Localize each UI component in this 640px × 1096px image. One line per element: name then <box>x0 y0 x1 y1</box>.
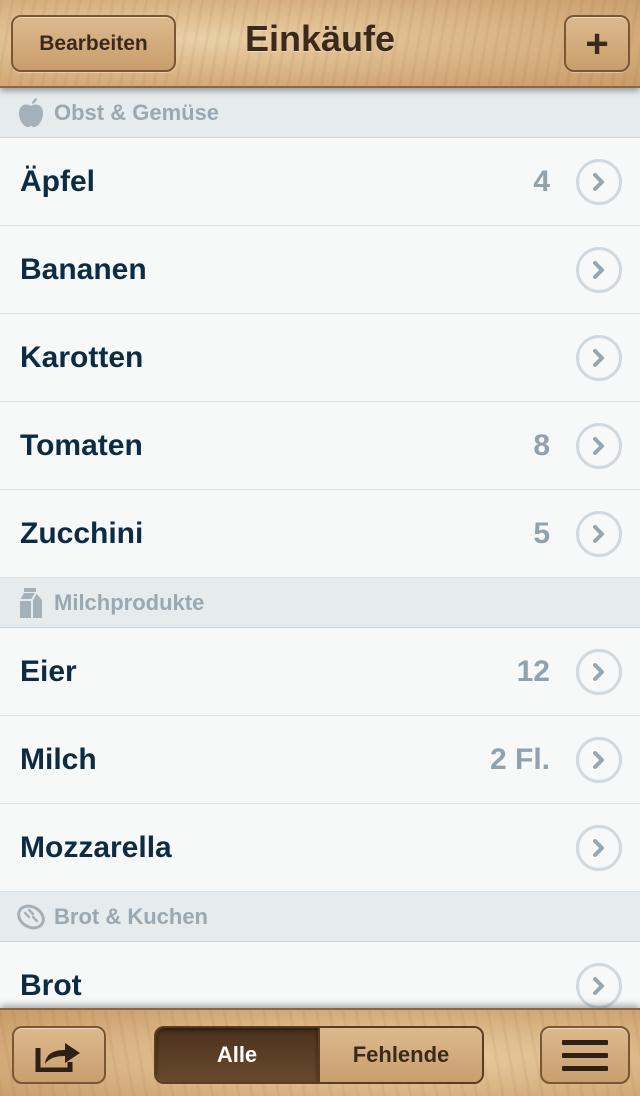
chevron-right-icon <box>593 662 604 681</box>
detail-disclosure-button[interactable] <box>576 422 622 469</box>
list-item[interactable]: Äpfel 4 <box>0 138 640 226</box>
chevron-right-icon <box>593 976 604 995</box>
item-quantity: 4 <box>533 164 550 198</box>
item-quantity: 2 Fl. <box>489 742 550 776</box>
chevron-right-icon <box>593 348 604 367</box>
menu-icon <box>562 1039 608 1071</box>
detail-disclosure-button[interactable] <box>576 510 622 557</box>
detail-disclosure-button[interactable] <box>576 824 622 871</box>
detail-disclosure-button[interactable] <box>576 158 622 205</box>
list-item[interactable]: Bananen <box>0 226 640 314</box>
item-name: Bananen <box>20 252 147 286</box>
share-button[interactable] <box>12 1026 106 1084</box>
list-item[interactable]: Brot <box>0 942 640 1008</box>
section-header-brot-kuchen: Brot & Kuchen <box>0 892 640 942</box>
list-item[interactable]: Mozzarella <box>0 804 640 892</box>
item-name: Eier <box>20 654 77 688</box>
item-name: Zucchini <box>20 516 144 550</box>
section-header-obst-gemuese: Obst & Gemüse <box>0 88 640 138</box>
bottom-toolbar: Alle Fehlende <box>0 1008 640 1096</box>
apple-icon <box>16 97 46 129</box>
list-item[interactable]: Zucchini 5 <box>0 490 640 578</box>
menu-button[interactable] <box>540 1026 630 1084</box>
section-label: Brot & Kuchen <box>54 903 208 929</box>
item-quantity: 12 <box>516 654 550 688</box>
segment-missing[interactable]: Fehlende <box>320 1028 482 1082</box>
edit-button[interactable]: Bearbeiten <box>11 15 176 72</box>
list-item[interactable]: Eier 12 <box>0 628 640 716</box>
chevron-right-icon <box>593 838 604 857</box>
chevron-right-icon <box>593 436 604 455</box>
section-header-milchprodukte: Milchprodukte <box>0 578 640 628</box>
list-item[interactable]: Milch 2 Fl. <box>0 716 640 804</box>
bread-icon <box>16 901 46 933</box>
item-name: Milch <box>20 742 97 776</box>
item-quantity: 8 <box>533 428 550 462</box>
section-label: Milchprodukte <box>54 589 205 615</box>
item-name: Karotten <box>20 340 144 374</box>
item-name: Mozzarella <box>20 830 172 864</box>
item-name: Äpfel <box>20 164 95 198</box>
section-label: Obst & Gemüse <box>54 99 220 125</box>
item-name: Brot <box>20 968 82 1002</box>
milk-carton-icon <box>16 587 46 619</box>
chevron-right-icon <box>593 750 604 769</box>
detail-disclosure-button[interactable] <box>576 334 622 381</box>
add-button[interactable]: + <box>564 15 630 72</box>
detail-disclosure-button[interactable] <box>576 648 622 695</box>
list-item[interactable]: Tomaten 8 <box>0 402 640 490</box>
chevron-right-icon <box>593 524 604 543</box>
share-icon <box>35 1043 80 1072</box>
item-name: Tomaten <box>20 428 143 462</box>
navigation-bar: Bearbeiten Einkäufe + <box>0 0 640 88</box>
detail-disclosure-button[interactable] <box>576 736 622 783</box>
item-quantity: 5 <box>533 516 550 550</box>
chevron-right-icon <box>593 172 604 191</box>
chevron-right-icon <box>593 260 604 279</box>
shopping-list: Obst & Gemüse Äpfel 4 Bananen Karotten T… <box>0 88 640 1008</box>
list-item[interactable]: Karotten <box>0 314 640 402</box>
detail-disclosure-button[interactable] <box>576 246 622 293</box>
segment-all[interactable]: Alle <box>156 1028 320 1082</box>
detail-disclosure-button[interactable] <box>576 962 622 1008</box>
page-title: Einkäufe <box>244 18 396 59</box>
filter-segmented-control: Alle Fehlende <box>154 1026 484 1084</box>
